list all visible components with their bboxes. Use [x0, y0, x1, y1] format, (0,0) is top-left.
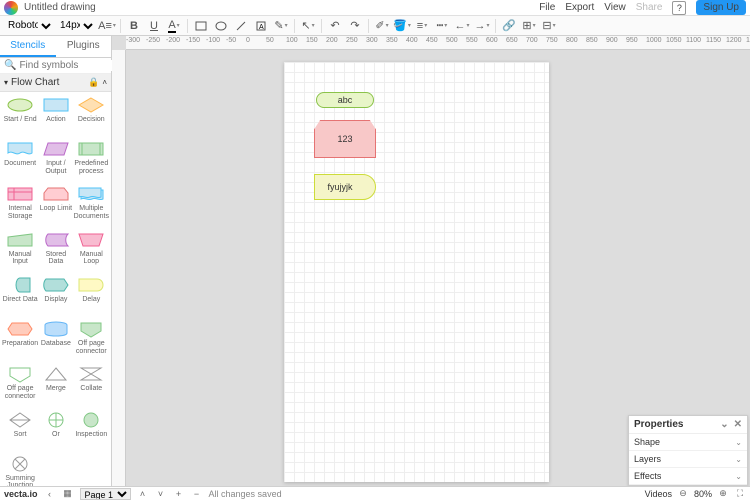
pointer-tool[interactable]: ↖ [299, 17, 317, 35]
stencil-multiple-documents[interactable]: Multiple Documents [74, 183, 109, 228]
doc-title[interactable]: Untitled drawing [24, 2, 539, 13]
stencil-merge[interactable]: Merge [38, 363, 73, 408]
statusbar: vecta.io ‹ ▦ Page 1 ˄ ˅ + − All changes … [0, 486, 750, 500]
search-icon: 🔍 [4, 60, 16, 71]
stencil-manual-loop[interactable]: Manual Loop [74, 229, 109, 274]
chevron-down-icon: ▾ [4, 78, 8, 87]
signup-button[interactable]: Sign Up [696, 0, 746, 15]
fill-tool[interactable]: 🪣 [393, 17, 411, 35]
page-down-button[interactable]: ˅ [155, 488, 167, 500]
page-select[interactable]: Page 1 [80, 488, 131, 500]
stencil-sort[interactable]: Sort [2, 409, 38, 453]
menu-view[interactable]: View [604, 2, 626, 13]
ruler-vertical [112, 50, 126, 500]
stencil-delay[interactable]: Delay [74, 274, 109, 318]
stencil-inspection[interactable]: Inspection [74, 409, 109, 453]
prev-page-button[interactable]: ‹ [44, 488, 56, 500]
stencil-document[interactable]: Document [2, 138, 38, 183]
link-button[interactable]: 🔗 [500, 17, 518, 35]
bold-button[interactable]: B [125, 17, 143, 35]
font-select[interactable]: Roboto [4, 18, 54, 34]
pen-tool[interactable]: ✎ [272, 17, 290, 35]
text-tool[interactable]: A [252, 17, 270, 35]
stencil-loop-limit[interactable]: Loop Limit [38, 183, 73, 228]
close-icon[interactable]: ✕ [734, 419, 742, 430]
stencil-or[interactable]: Or [38, 409, 73, 453]
stencil-decision[interactable]: Decision [74, 94, 109, 138]
lock-icon[interactable]: 🔒 [88, 77, 99, 88]
zoom-in-button[interactable]: ⊕ [717, 488, 729, 500]
linestyle-button[interactable]: ┅ [433, 17, 451, 35]
stencil-input-output[interactable]: Input / Output [38, 138, 73, 183]
pages-icon[interactable]: ▦ [62, 488, 74, 500]
stencil-internal-storage[interactable]: Internal Storage [2, 183, 38, 228]
remove-page-button[interactable]: − [191, 488, 203, 500]
align-button[interactable]: ⊞ [520, 17, 538, 35]
brand-label[interactable]: vecta.io [4, 489, 38, 499]
category-header[interactable]: ▾ Flow Chart 🔒 ˄ [0, 74, 111, 92]
app-logo [4, 1, 18, 15]
save-status: All changes saved [209, 489, 282, 499]
zoom-out-button[interactable]: ⊖ [677, 488, 689, 500]
node-terminator[interactable]: abc [316, 92, 374, 108]
undo-button[interactable]: ↶ [326, 17, 344, 35]
add-page-button[interactable]: + [173, 488, 185, 500]
stencil-start-end[interactable]: Start / End [2, 94, 38, 138]
underline-button[interactable]: U [145, 17, 163, 35]
properties-title: Properties [634, 419, 683, 430]
stencil-off-page-connector[interactable]: Off page connector [2, 363, 38, 408]
node-delay[interactable]: fyujyjk [314, 174, 376, 200]
stencil-predefined-process[interactable]: Predefined process [74, 138, 109, 183]
rect-tool[interactable] [192, 17, 210, 35]
canvas[interactable]: -300-250-200-150-100-5005010015020025030… [112, 36, 750, 500]
tab-stencils[interactable]: Stencils [0, 36, 56, 57]
stencil-stored-data[interactable]: Stored Data [38, 229, 73, 274]
textcase-button[interactable]: A≡ [98, 17, 116, 35]
redo-button[interactable]: ↷ [346, 17, 364, 35]
menu-export[interactable]: Export [565, 2, 594, 13]
stencil-direct-data[interactable]: Direct Data [2, 274, 38, 318]
page-up-button[interactable]: ˄ [137, 488, 149, 500]
menu-file[interactable]: File [539, 2, 555, 13]
toolbar: Roboto 14px A≡ B U A A ✎ ↖ ↶ ↷ ✐ 🪣 ≡ ┅ ←… [0, 16, 750, 36]
properties-panel[interactable]: Properties ⌄ ✕ Shape⌄ Layers⌄ Effects⌄ [628, 415, 748, 486]
arrowstart-button[interactable]: ← [453, 17, 471, 35]
videos-link[interactable]: Videos [645, 489, 672, 499]
eyedrop-tool[interactable]: ✐ [373, 17, 391, 35]
props-layers[interactable]: Layers⌄ [629, 451, 747, 468]
ruler-horizontal: -300-250-200-150-100-5005010015020025030… [126, 36, 750, 50]
fontsize-select[interactable]: 14px [56, 18, 96, 34]
stencil-collate[interactable]: Collate [74, 363, 109, 408]
menu-share: Share [636, 2, 663, 13]
props-shape[interactable]: Shape⌄ [629, 434, 747, 451]
zoom-level[interactable]: 80% [694, 489, 712, 499]
tab-plugins[interactable]: Plugins [56, 36, 112, 57]
ellipse-tool[interactable] [212, 17, 230, 35]
chevron-up-icon[interactable]: ˄ [102, 78, 107, 87]
textcolor-button[interactable]: A [165, 17, 183, 35]
stencil-manual-input[interactable]: Manual Input [2, 229, 38, 274]
arrowend-button[interactable]: → [473, 17, 491, 35]
category-label: Flow Chart [11, 77, 59, 88]
stencil-action[interactable]: Action [38, 94, 73, 138]
help-icon[interactable]: ? [672, 1, 686, 15]
stencil-off-page-connector[interactable]: Off page connector [74, 318, 109, 363]
distribute-button[interactable]: ⊟ [540, 17, 558, 35]
stencil-display[interactable]: Display [38, 274, 73, 318]
drawing-page[interactable]: abc 123 fyujyjk [284, 62, 549, 482]
svg-text:A: A [259, 24, 264, 31]
stencil-preparation[interactable]: Preparation [2, 318, 38, 363]
node-looplimit[interactable]: 123 [314, 120, 376, 158]
stencil-database[interactable]: Database [38, 318, 73, 363]
line-tool[interactable] [232, 17, 250, 35]
lineweight-button[interactable]: ≡ [413, 17, 431, 35]
fullscreen-button[interactable]: ⛶ [734, 488, 746, 500]
props-effects[interactable]: Effects⌄ [629, 468, 747, 485]
collapse-icon[interactable]: ⌄ [720, 419, 728, 430]
